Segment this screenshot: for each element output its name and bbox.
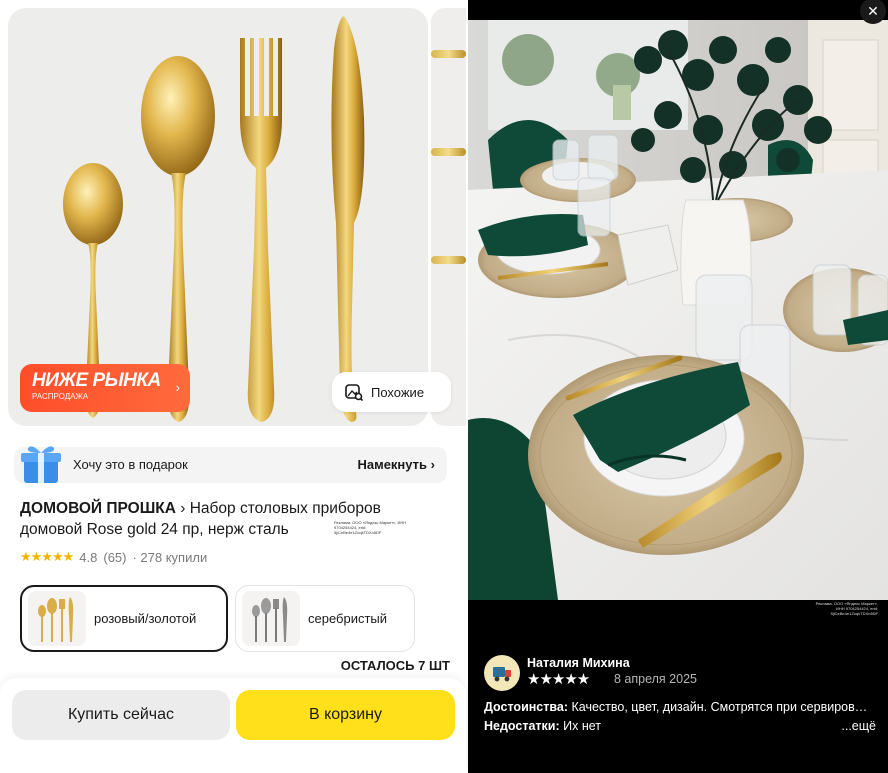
variant-label: розовый/золотой (94, 611, 197, 626)
cutlery-edge (431, 256, 466, 264)
cons-text: Их нет (563, 719, 601, 733)
review-stars: ★★★★★ (527, 671, 590, 688)
gift-text: Хочу это в подарок (73, 457, 188, 472)
below-market-badge[interactable]: НИЖЕ РЫНКА РАСПРОДАЖА › (20, 364, 190, 412)
review-date: 8 апреля 2025 (614, 672, 697, 686)
ad-disclaimer: Реклама. ООО «Яндекс Маркет», ИНН 970425… (815, 601, 878, 616)
hint-label: Намекнуть (357, 457, 428, 472)
purchase-bar: Купить сейчас В корзину (0, 678, 466, 773)
next-image-preview[interactable] (431, 8, 466, 426)
similar-label: Похожие (371, 384, 425, 400)
reviewer-name: Наталия Михина (527, 656, 630, 670)
sold-count: · 278 купили (132, 549, 208, 565)
buy-now-button[interactable]: Купить сейчас (12, 690, 230, 740)
review-cons: Недостатки: Их нет (484, 719, 884, 733)
review-photo[interactable] (468, 20, 888, 600)
review-viewer: ✕ Реклама. ООО «Яндекс Маркет», ИНН 9704… (468, 0, 888, 773)
chevron-right-icon: › (175, 380, 180, 395)
table-setting-photo (468, 20, 888, 600)
product-card: НИЖЕ РЫНКА РАСПРОДАЖА › Похожие Хочу это… (0, 0, 466, 773)
review-pros: Достоинства: Качество, цвет, дизайн. Смо… (484, 700, 880, 714)
add-to-cart-button[interactable]: В корзину (236, 690, 455, 740)
read-more-link[interactable]: ...ещё (841, 719, 876, 733)
variant-rose-gold[interactable]: розовый/золотой (20, 585, 228, 652)
ad-disclaimer: Реклама. ООО «Яндекс Маркет», ИНН 970425… (334, 520, 407, 535)
variant-label: серебристый (308, 611, 388, 626)
reviewer-avatar (484, 655, 520, 691)
variant-thumbnail (28, 591, 86, 646)
gift-hint-bar[interactable]: Хочу это в подарок Намекнуть › (14, 446, 447, 483)
cutlery-edge (431, 50, 466, 58)
close-icon: ✕ (867, 2, 879, 19)
rating-row[interactable]: ★★★★★ 4.8 (65) · 278 купили (20, 549, 207, 565)
chevron-right-icon: › (180, 500, 190, 517)
cutlery-edge (431, 148, 466, 156)
brand-link[interactable]: ДОМОВОЙ ПРОШКА (20, 500, 176, 517)
similar-button[interactable]: Похожие (332, 372, 451, 412)
stock-remaining: ОСТАЛОСЬ 7 ШТ (340, 658, 450, 673)
cons-label: Недостатки: (484, 719, 560, 733)
pros-text: Качество, цвет, дизайн. Смотрятся при се… (571, 700, 868, 714)
pros-label: Достоинства: (484, 700, 569, 714)
hint-link[interactable]: Намекнуть › (357, 457, 435, 472)
below-market-title: НИЖЕ РЫНКА (32, 370, 161, 391)
rating-stars: ★★★★★ (20, 549, 74, 564)
review-count: (65) (103, 549, 127, 565)
variant-thumbnail (242, 591, 300, 646)
gift-icon (21, 446, 61, 483)
variant-silver[interactable]: серебристый (235, 585, 415, 652)
chevron-right-icon: › (430, 457, 435, 472)
rating-value: 4.8 (79, 549, 98, 565)
avatar-icon (493, 667, 511, 682)
below-market-subtitle: РАСПРОДАЖА (32, 392, 89, 401)
image-search-icon (345, 384, 364, 402)
